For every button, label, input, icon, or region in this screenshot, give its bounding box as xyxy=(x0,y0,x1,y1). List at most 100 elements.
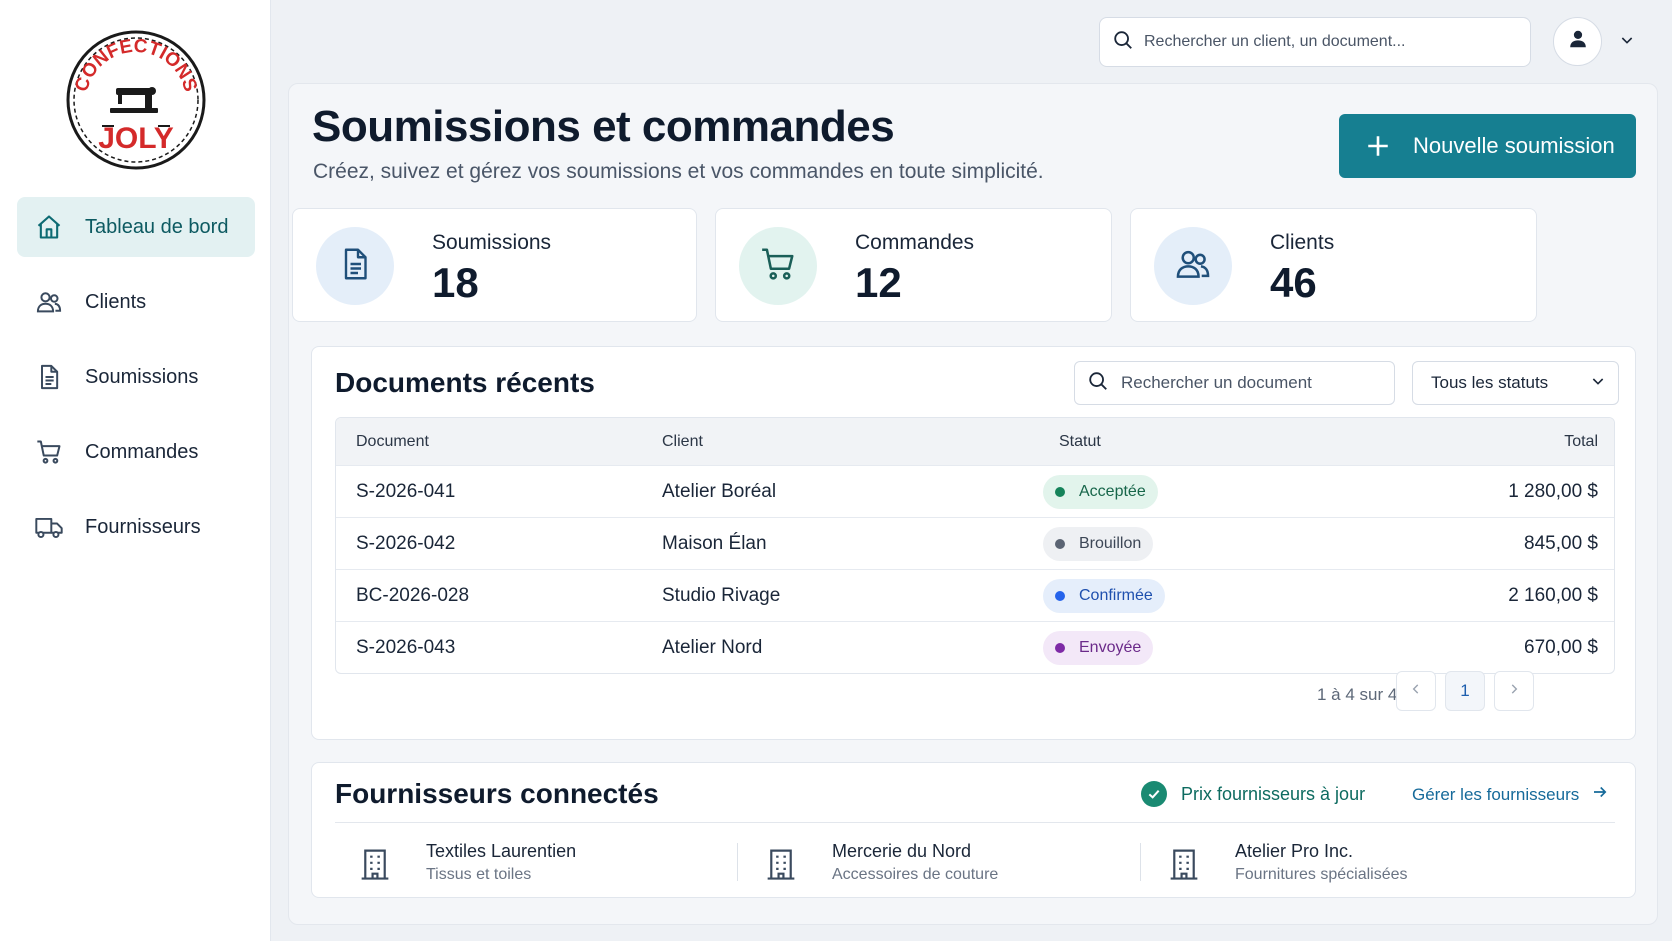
status-dot xyxy=(1055,538,1065,549)
cell-document: S-2026-041 xyxy=(356,480,456,502)
stat-value: 46 xyxy=(1270,259,1317,306)
status-dot xyxy=(1055,590,1065,601)
document-search[interactable] xyxy=(1074,361,1395,405)
sidebar-item-label: Fournisseurs xyxy=(85,515,201,538)
connected-suppliers-card: Fournisseurs connectés Prix fournisseurs… xyxy=(311,762,1636,898)
supplier-price-status: Prix fournisseurs à jour xyxy=(1141,781,1365,807)
cell-status: Acceptée xyxy=(1043,474,1359,509)
supplier-description: Accessoires de couture xyxy=(832,866,999,883)
global-search-input[interactable] xyxy=(1144,33,1514,51)
stat-icon-circle xyxy=(739,227,817,305)
stat-label: Clients xyxy=(1270,231,1335,254)
cell-document: S-2026-042 xyxy=(356,532,456,554)
user-avatar[interactable] xyxy=(1553,17,1602,66)
cell-document: BC-2026-028 xyxy=(356,584,470,606)
sidebar-item-label: Commandes xyxy=(85,440,199,463)
status-badge: Acceptée xyxy=(1043,474,1158,509)
user-icon xyxy=(1567,28,1589,55)
supplier-item[interactable]: Mercerie du Nord Accessoires de couture xyxy=(766,841,1106,887)
manage-suppliers-label: Gérer les fournisseurs xyxy=(1412,784,1580,804)
stat-label: Commandes xyxy=(855,231,975,254)
supplier-item[interactable]: Textiles Laurentien Tissus et toiles xyxy=(360,841,700,887)
documents-table: Document Client Statut Total S-2026-041 A… xyxy=(335,417,1615,674)
search-icon xyxy=(1087,370,1109,397)
plus-icon xyxy=(1363,131,1393,161)
cell-total: 2 160,00 $ xyxy=(1508,584,1598,606)
status-badge-label: Brouillon xyxy=(1079,534,1142,552)
building-icon xyxy=(360,847,390,881)
divider xyxy=(335,822,1615,823)
table-header: Document Client Statut Total xyxy=(336,418,1614,465)
cell-status: Envoyée xyxy=(1043,630,1359,665)
column-header-total[interactable]: Total xyxy=(1339,433,1614,451)
sidebar-item-dashboard[interactable]: Tableau de bord xyxy=(17,197,255,257)
supplier-name: Textiles Laurentien xyxy=(426,841,577,861)
sidebar-item-fournisseurs[interactable]: Fournisseurs xyxy=(17,497,255,557)
home-icon xyxy=(33,211,65,243)
new-submission-button[interactable]: Nouvelle soumission xyxy=(1339,114,1636,178)
recent-documents-card: Documents récents Tous les statuts Docum… xyxy=(311,346,1636,740)
sidebar-item-commandes[interactable]: Commandes xyxy=(17,422,255,482)
cell-total: 1 280,00 $ xyxy=(1508,480,1598,502)
page-title: Soumissions et commandes xyxy=(312,102,895,151)
chevron-right-icon xyxy=(1507,681,1521,701)
building-icon xyxy=(766,847,796,881)
user-menu-toggle[interactable] xyxy=(1615,30,1639,54)
table-row[interactable]: S-2026-041 Atelier Boréal Acceptée 1 280,00… xyxy=(336,465,1614,517)
status-badge: Brouillon xyxy=(1043,526,1154,561)
users-icon xyxy=(1174,245,1212,288)
document-search-input[interactable] xyxy=(1121,373,1381,393)
search-icon xyxy=(1112,29,1134,56)
sidebar-item-clients[interactable]: Clients xyxy=(17,272,255,332)
status-filter-select[interactable]: Tous les statuts xyxy=(1412,361,1619,405)
prev-page-button[interactable] xyxy=(1396,671,1436,711)
table-row[interactable]: S-2026-043 Atelier Nord Envoyée 670,00 $ xyxy=(336,621,1614,673)
supplier-status-text: Prix fournisseurs à jour xyxy=(1181,783,1366,804)
sidebar-item-soumissions[interactable]: Soumissions xyxy=(17,347,255,407)
supplier-name: Mercerie du Nord xyxy=(832,841,972,861)
column-header-client[interactable]: Client xyxy=(662,433,1059,451)
stat-card-clients[interactable]: Clients 46 xyxy=(1130,208,1537,322)
table-row[interactable]: BC-2026-028 Studio Rivage Confirmée 2 160,0… xyxy=(336,569,1614,621)
cell-total: 670,00 $ xyxy=(1524,636,1598,658)
stat-icon-circle xyxy=(316,227,394,305)
chevron-down-icon xyxy=(1590,373,1606,394)
table-row[interactable]: S-2026-042 Maison Élan Brouillon 845,00 $ xyxy=(336,517,1614,569)
check-circle-icon xyxy=(1141,781,1167,807)
stat-card-commandes[interactable]: Commandes 12 xyxy=(715,208,1112,322)
truck-icon xyxy=(33,511,65,543)
brand-logo[interactable]: CONFECTIONS JOLY xyxy=(64,28,208,172)
page-subtitle: Créez, suivez et gérez vos soumissions e… xyxy=(313,160,1044,183)
cell-document: S-2026-043 xyxy=(356,636,456,658)
column-header-status[interactable]: Statut xyxy=(1059,433,1359,451)
section-title: Documents récents xyxy=(335,367,595,398)
supplier-item[interactable]: Atelier Pro Inc. Fournitures spécialisée… xyxy=(1169,841,1509,887)
arrow-right-icon xyxy=(1591,783,1609,806)
chevron-left-icon xyxy=(1409,681,1423,701)
stat-card-soumissions[interactable]: Soumissions 18 xyxy=(292,208,697,322)
cart-icon xyxy=(33,436,65,468)
document-icon xyxy=(337,246,373,287)
stat-label: Soumissions xyxy=(432,231,552,254)
cell-client: Studio Rivage xyxy=(662,584,781,606)
new-submission-label: Nouvelle soumission xyxy=(1413,133,1615,158)
stat-value: 18 xyxy=(432,259,479,306)
status-badge: Confirmée xyxy=(1043,578,1165,613)
manage-suppliers-link[interactable]: Gérer les fournisseurs xyxy=(1412,783,1609,806)
supplier-description: Tissus et toiles xyxy=(426,866,532,883)
status-badge-label: Confirmée xyxy=(1079,586,1153,604)
cell-total: 845,00 $ xyxy=(1524,532,1598,554)
document-icon xyxy=(33,361,65,393)
supplier-description: Fournitures spécialisées xyxy=(1235,866,1408,883)
users-icon xyxy=(33,286,65,318)
sidebar-item-label: Soumissions xyxy=(85,365,199,388)
next-page-button[interactable] xyxy=(1494,671,1534,711)
column-header-document[interactable]: Document xyxy=(356,433,662,451)
global-search[interactable] xyxy=(1099,17,1531,67)
cell-status: Brouillon xyxy=(1043,526,1359,561)
stat-value: 12 xyxy=(855,259,902,306)
cart-icon xyxy=(759,245,797,288)
status-badge-label: Envoyée xyxy=(1079,638,1142,656)
page-button-current[interactable]: 1 xyxy=(1445,671,1485,711)
sidebar: CONFECTIONS JOLY Tableau de bord Clients… xyxy=(0,0,271,941)
